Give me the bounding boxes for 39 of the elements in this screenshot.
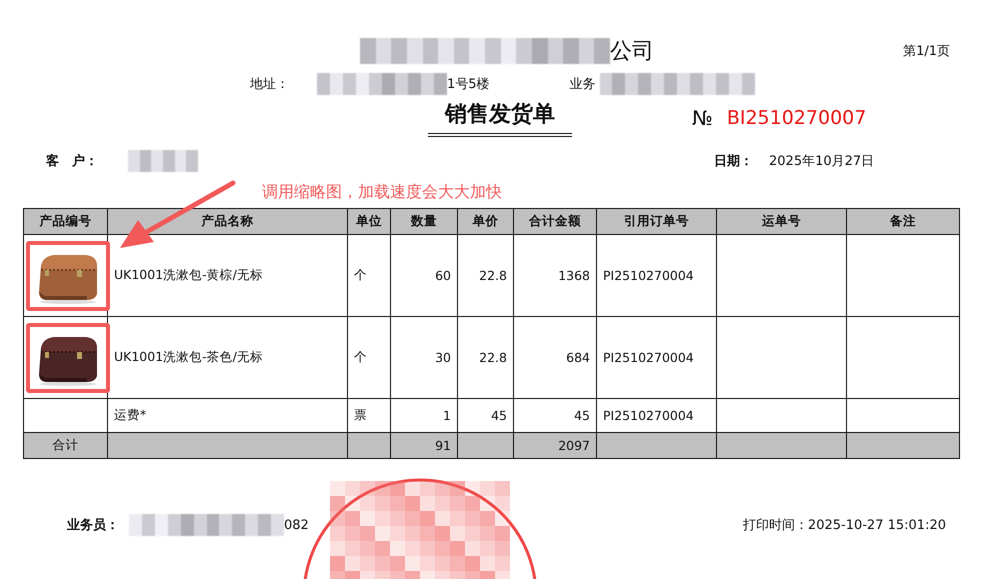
table-cell: UK1001洗漱包-茶色/无标 (108, 316, 348, 398)
customer-label: 客 户： (46, 152, 98, 170)
table-cell: 个 (348, 234, 390, 316)
document-number: BI2510270007 (726, 107, 866, 129)
column-header: 产品编号 (24, 208, 108, 234)
print-time: 打印时间：2025-10-27 15:01:20 (742, 517, 946, 534)
total-label: 合计 (24, 432, 108, 458)
table-cell: 30 (390, 316, 458, 398)
contact-label: 业务 (570, 76, 596, 93)
column-header: 单价 (458, 208, 514, 234)
company-name: 公司 (610, 38, 654, 66)
table-cell: 60 (390, 234, 458, 316)
column-header: 引用订单号 (596, 208, 716, 234)
total-cell: 91 (390, 432, 458, 458)
column-header: 运单号 (716, 208, 846, 234)
page-indicator: 第1/1页 (903, 43, 950, 60)
table-cell: PI2510270004 (596, 234, 716, 316)
column-header: 单位 (348, 208, 390, 234)
address-text: 1号5楼 (447, 76, 490, 93)
date-value: 2025年10月27日 (769, 153, 874, 170)
salesperson-text: 082 (284, 518, 309, 532)
table-cell: 684 (514, 316, 596, 398)
column-header: 数量 (390, 208, 458, 234)
salesperson-label: 业务员： (67, 517, 119, 534)
annotation-text: 调用缩略图，加载速度会大大加快 (262, 182, 502, 202)
document-title: 销售发货单 (428, 99, 572, 137)
date-label: 日期： (714, 153, 753, 170)
table-cell: 22.8 (458, 316, 514, 398)
table-cell: 个 (348, 316, 390, 398)
number-sign: № (692, 106, 713, 130)
address-label: 地址： (250, 76, 289, 93)
column-header: 合计金额 (514, 208, 596, 234)
table-cell: 1368 (514, 234, 596, 316)
table-cell: PI2510270004 (596, 316, 716, 398)
column-header: 产品名称 (108, 208, 348, 234)
table-cell: 22.8 (458, 234, 514, 316)
redaction-mosaic (128, 150, 198, 172)
total-cell: 2097 (514, 432, 596, 458)
column-header: 备注 (846, 208, 960, 234)
